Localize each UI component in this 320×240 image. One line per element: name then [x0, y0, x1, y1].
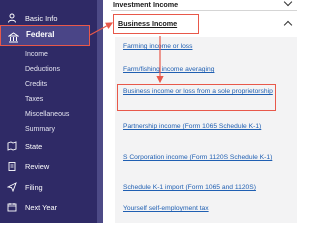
business-income-list: Farming income or loss Farm/fishing inco…	[115, 37, 297, 223]
chevron-down-icon[interactable]	[283, 0, 293, 7]
nav-federal[interactable]: Federal	[0, 25, 90, 46]
nav-review[interactable]: Review	[0, 158, 97, 174]
main-content: Investment Income Business Income Farmin…	[103, 0, 300, 223]
nav-sub-credits[interactable]: Credits	[25, 81, 47, 88]
map-icon	[7, 141, 17, 151]
nav-sub-income[interactable]: Income	[25, 51, 48, 58]
nav-sub-deductions[interactable]: Deductions	[25, 66, 60, 73]
link-sole-proprietorship[interactable]: Business income or loss from a sole prop…	[123, 87, 273, 97]
link-s-corporation-income[interactable]: S Corporation income (Form 1120S Schedul…	[123, 153, 289, 163]
link-schedule-k1-import[interactable]: Schedule K-1 import (Form 1065 and 1120S…	[123, 183, 293, 193]
link-self-employment-tax[interactable]: Yourself self-employment tax	[123, 204, 293, 214]
link-farming-income[interactable]: Farming income or loss	[123, 42, 293, 52]
nav-basic-info-label: Basic Info	[25, 13, 58, 23]
business-income-section[interactable]: Business Income	[113, 14, 199, 34]
investment-income-heading[interactable]: Investment Income	[113, 0, 178, 9]
nav-sub-miscellaneous[interactable]: Miscellaneous	[25, 111, 69, 118]
nav-state-label: State	[25, 141, 43, 151]
bank-icon	[7, 30, 20, 43]
link-farm-fishing-averaging[interactable]: Farm/fishing income averaging	[123, 65, 293, 75]
paper-plane-icon	[7, 182, 17, 192]
nav-filing[interactable]: Filing	[0, 179, 97, 195]
person-icon	[7, 13, 17, 23]
nav-next-year-label: Next Year	[25, 202, 58, 212]
nav-filing-label: Filing	[25, 182, 43, 192]
clipboard-icon	[7, 161, 17, 171]
chevron-up-icon[interactable]	[283, 20, 293, 30]
calendar-icon	[7, 202, 17, 212]
nav-basic-info[interactable]: Basic Info	[0, 10, 97, 26]
nav-state[interactable]: State	[0, 138, 97, 154]
nav-next-year[interactable]: Next Year	[0, 199, 97, 215]
sidebar: Basic Info Federal Income Deductions Cre…	[0, 0, 97, 223]
section-divider	[111, 10, 297, 11]
nav-review-label: Review	[25, 161, 50, 171]
nav-sub-summary[interactable]: Summary	[25, 126, 55, 133]
nav-sub-taxes[interactable]: Taxes	[25, 96, 43, 103]
link-partnership-income[interactable]: Partnership income (Form 1065 Schedule K…	[123, 122, 289, 132]
business-income-heading: Business Income	[118, 19, 178, 28]
nav-federal-label: Federal	[26, 30, 55, 39]
